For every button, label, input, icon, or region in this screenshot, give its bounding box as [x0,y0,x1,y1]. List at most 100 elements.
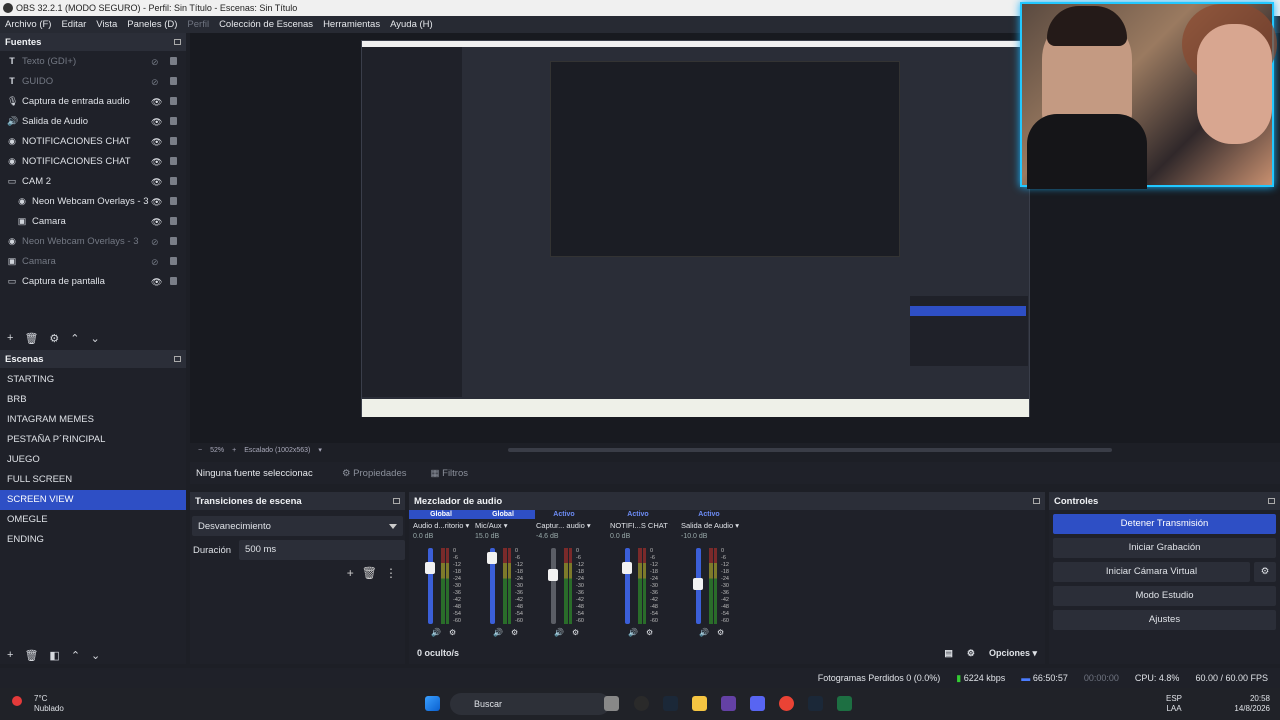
menu-paneles[interactable]: Paneles (D) [122,19,182,30]
horizontal-scrollbar[interactable] [508,448,1112,452]
fader-knob[interactable] [487,551,497,564]
source-item[interactable]: 🎙 Captura de entrada audio 👁 [0,91,186,111]
zoom-out-icon[interactable]: − [198,447,202,454]
source-item[interactable]: ▭ CAM 2 👁 [0,171,186,191]
lock-icon[interactable] [170,197,177,205]
gear-icon[interactable]: ⚙ [717,628,724,637]
transition-select[interactable]: Desvanecimiento [192,516,403,536]
fader-knob[interactable] [548,569,558,582]
options-button[interactable]: Opciones ▾ [989,648,1037,659]
channel-name[interactable]: Audio d...ritorio ▾ [409,519,473,532]
up-icon[interactable]: ⌃ [70,332,79,345]
twitch-icon[interactable] [721,696,736,711]
fader-knob[interactable] [622,561,632,574]
windows-start-icon[interactable] [425,696,440,711]
up-icon[interactable]: ⌃ [71,649,80,662]
duration-spinbox[interactable]: 500 ms [239,540,405,560]
scene-item[interactable]: JUEGO [0,450,186,470]
source-item[interactable]: 𝐓 Texto (GDI+) ⊘ [0,51,186,71]
menu-archivo[interactable]: Archivo (F) [0,19,56,30]
chevron-down-icon[interactable]: ▾ [318,446,322,454]
volume-fader[interactable] [428,548,433,624]
eye-hidden-icon[interactable]: ⊘ [151,77,159,88]
more-icon[interactable]: ⋮ [385,566,397,580]
down-icon[interactable]: ⌄ [91,332,100,345]
fader-knob[interactable] [693,578,703,591]
speaker-icon[interactable]: 🔊 [628,628,638,637]
dock-icon[interactable] [174,356,181,362]
eye-hidden-icon[interactable]: ⊘ [151,257,159,268]
dock-icon[interactable] [174,39,181,45]
gear-icon[interactable]: ⚙ [1254,562,1276,582]
trash-icon[interactable]: 🗑 [362,566,377,580]
settings-button[interactable]: Ajustes [1053,610,1276,630]
source-item[interactable]: ◉ NOTIFICACIONES CHAT 👁 [0,131,186,151]
source-item[interactable]: ▣ Camara ⊘ [0,251,186,271]
source-item[interactable]: ◉ Neon Webcam Overlays - 3 👁 [0,191,186,211]
add-icon[interactable]: + [347,566,354,580]
zoom-in-icon[interactable]: + [232,447,236,454]
menu-perfil[interactable]: Perfil [182,19,214,30]
scene-item[interactable]: INTAGRAM MEMES [0,410,186,430]
eye-icon[interactable]: 👁 [151,217,162,228]
gear-icon[interactable]: ⚙ [572,628,579,637]
source-item[interactable]: ◉ NOTIFICACIONES CHAT 👁 [0,151,186,171]
add-icon[interactable]: + [7,332,13,344]
lock-icon[interactable] [170,277,177,285]
filter-icon[interactable]: ◧ [49,649,59,662]
lock-icon[interactable] [170,217,177,225]
source-item[interactable]: ▭ Captura de pantalla 👁 [0,271,186,291]
gear-icon[interactable]: ⚙ [449,628,456,637]
scene-item[interactable]: STARTING [0,370,186,390]
lock-icon[interactable] [170,157,177,165]
stop-stream-button[interactable]: Detener Transmisión [1053,514,1276,534]
scene-item[interactable]: ENDING [0,530,186,550]
source-item[interactable]: 𝐓 GUIDO ⊘ [0,71,186,91]
eye-icon[interactable]: 👁 [151,117,162,128]
steam-icon[interactable] [663,696,678,711]
dock-icon[interactable] [1268,498,1275,504]
gear-icon[interactable]: ⚙ [511,628,518,637]
language-indicator[interactable]: ESP LAA [1166,694,1182,714]
virtual-camera-button[interactable]: Iniciar Cámara Virtual [1053,562,1250,582]
eye-icon[interactable]: 👁 [151,157,162,168]
filters-button[interactable]: ▦ Filtros [419,468,481,479]
lock-icon[interactable] [170,257,177,265]
speaker-icon[interactable]: 🔊 [431,628,441,637]
settings-icon[interactable]: ⚙ [967,648,975,659]
scene-item[interactable]: FULL SCREEN [0,470,186,490]
file-explorer-icon[interactable] [692,696,707,711]
eye-icon[interactable]: 👁 [151,137,162,148]
layout-icon[interactable]: ▤ [944,648,953,659]
lock-icon[interactable] [170,77,177,85]
dock-icon[interactable] [393,498,400,504]
eye-icon[interactable]: 👁 [151,177,162,188]
lock-icon[interactable] [170,177,177,185]
source-item[interactable]: 🔊 Salida de Audio 👁 [0,111,186,131]
eye-icon[interactable]: 👁 [151,277,162,288]
lock-icon[interactable] [170,117,177,125]
lock-icon[interactable] [170,237,177,245]
eye-icon[interactable]: 👁 [151,197,162,208]
menu-coleccion[interactable]: Colección de Escenas [214,19,318,30]
taskbar-search[interactable]: Buscar [450,693,610,715]
menu-ayuda[interactable]: Ayuda (H) [385,19,438,30]
add-icon[interactable]: + [7,649,13,661]
steam-icon-2[interactable] [808,696,823,711]
lock-icon[interactable] [170,57,177,65]
scene-item[interactable]: BRB [0,390,186,410]
studio-mode-button[interactable]: Modo Estudio [1053,586,1276,606]
gear-icon[interactable]: ⚙ [49,332,59,345]
obs-taskbar-icon[interactable] [634,696,649,711]
menu-herramientas[interactable]: Herramientas [318,19,385,30]
channel-name[interactable]: Captur... audio ▾ [532,519,596,532]
scene-item[interactable]: SCREEN VIEW [0,490,186,510]
speaker-icon[interactable]: 🔊 [493,628,503,637]
excel-icon[interactable] [837,696,852,711]
start-recording-button[interactable]: Iniciar Grabación [1053,538,1276,558]
chrome-icon[interactable] [779,696,794,711]
lock-icon[interactable] [170,97,177,105]
eye-hidden-icon[interactable]: ⊘ [151,237,159,248]
channel-name[interactable]: Mic/Aux ▾ [471,519,535,532]
scene-item[interactable]: OMEGLE [0,510,186,530]
